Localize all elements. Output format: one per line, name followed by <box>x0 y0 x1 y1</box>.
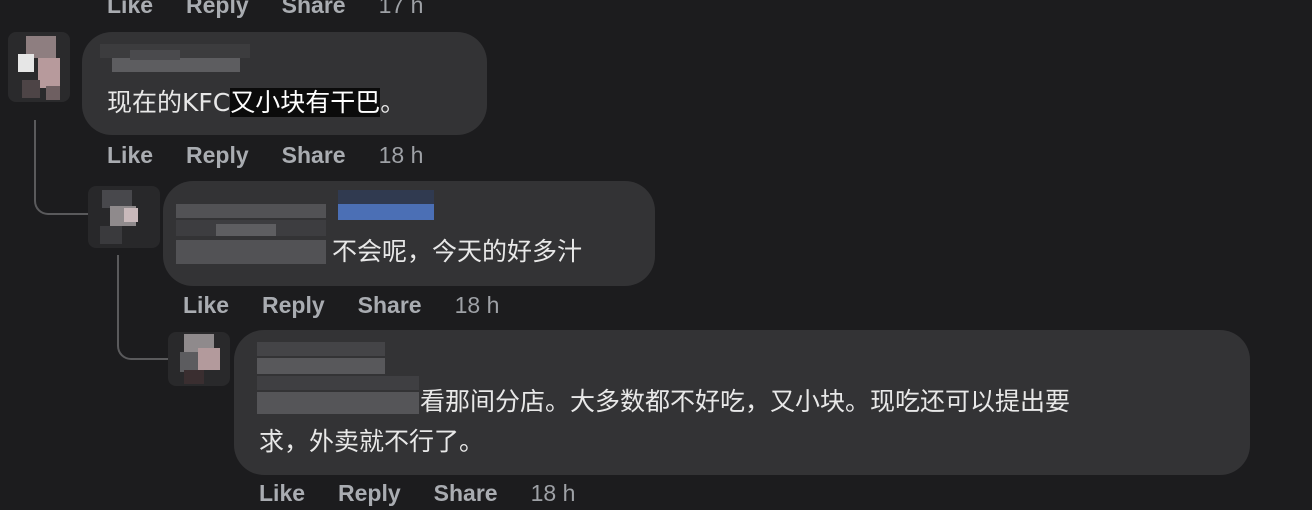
comment-text-plain: 现在的KFC <box>107 88 231 117</box>
thread-line <box>117 255 172 360</box>
timestamp[interactable]: 18 h <box>531 480 576 507</box>
comment-text-line1: 看那间分店。大多数都不好吃，又小块。现吃还可以提出要 <box>420 387 1071 416</box>
like-button[interactable]: Like <box>183 292 229 319</box>
share-button[interactable]: Share <box>282 0 346 19</box>
thread-line <box>34 120 94 215</box>
author-name[interactable] <box>100 44 250 80</box>
comment-actions: Like Reply Share 18 h <box>107 142 423 169</box>
share-button[interactable]: Share <box>434 480 498 507</box>
comment-actions: Like Reply Share 18 h <box>259 480 575 507</box>
previous-comment-actions: Like Reply Share 17 h <box>107 0 423 19</box>
comment-text: 不会呢，今天的好多汁 <box>332 237 583 266</box>
share-button[interactable]: Share <box>282 142 346 169</box>
avatar[interactable] <box>8 32 70 102</box>
avatar[interactable] <box>168 332 230 386</box>
like-button[interactable]: Like <box>259 480 305 507</box>
author-name[interactable] <box>257 340 419 420</box>
comment-text-tail: 。 <box>380 88 406 117</box>
author-name[interactable] <box>176 198 326 268</box>
comment-text-line2: 求，外卖就不行了。 <box>259 427 485 456</box>
reply-button[interactable]: Reply <box>262 292 325 319</box>
timestamp[interactable]: 17 h <box>379 0 424 19</box>
timestamp[interactable]: 18 h <box>379 142 424 169</box>
reply-button[interactable]: Reply <box>338 480 401 507</box>
reply-button[interactable]: Reply <box>186 0 249 19</box>
timestamp[interactable]: 18 h <box>455 292 500 319</box>
comment-text-highlighted: 又小块有干巴 <box>230 88 381 117</box>
comment-actions: Like Reply Share 18 h <box>183 292 499 319</box>
comment-thread: Like Reply Share 17 h 现在的KFC又小块有干巴。 Like… <box>0 0 1312 510</box>
mention-tag[interactable] <box>338 190 434 222</box>
comment-text: 现在的KFC又小块有干巴。 <box>107 80 405 125</box>
like-button[interactable]: Like <box>107 142 153 169</box>
share-button[interactable]: Share <box>358 292 422 319</box>
avatar[interactable] <box>88 186 160 248</box>
reply-button[interactable]: Reply <box>186 142 249 169</box>
like-button[interactable]: Like <box>107 0 153 19</box>
